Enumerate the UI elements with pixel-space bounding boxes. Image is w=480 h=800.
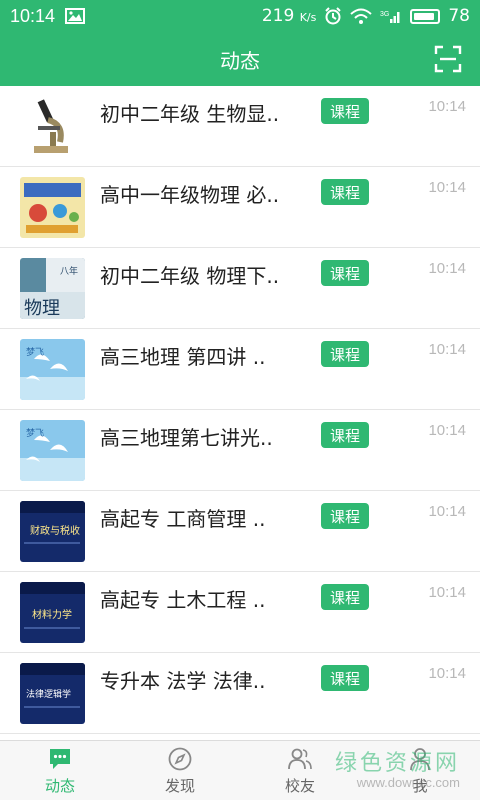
svg-text:物理: 物理 xyxy=(24,298,60,319)
tab-alumni[interactable]: 校友 xyxy=(240,741,360,800)
course-thumbnail: 财政与税收 xyxy=(20,500,85,562)
course-badge: 课程 xyxy=(321,584,369,610)
svg-text:梦飞: 梦飞 xyxy=(26,347,44,358)
lecture-slide-image: 法律逻辑学 xyxy=(20,662,85,724)
physics-poster-image xyxy=(20,176,85,238)
course-title: 高中一年级物理 必.. xyxy=(100,182,280,207)
microscope-image xyxy=(20,95,85,157)
feed-item[interactable]: 法律逻辑学 专升本 法学 法律.. 课程 10:14 xyxy=(0,653,480,734)
svg-text:八年: 八年 xyxy=(60,265,78,277)
course-thumbnail xyxy=(20,176,85,238)
svg-text:法律逻辑学: 法律逻辑学 xyxy=(26,688,71,700)
lecture-slide-image: 材料力学 xyxy=(20,581,85,643)
image-notification-icon xyxy=(65,8,86,24)
course-thumbnail: 梦飞 xyxy=(20,338,85,400)
tab-label: 校友 xyxy=(284,776,315,795)
course-badge: 课程 xyxy=(321,341,369,367)
feed-item[interactable]: 梦飞 高三地理第七讲光.. 课程 10:14 xyxy=(0,410,480,491)
people-icon xyxy=(288,748,312,769)
item-timestamp: 10:14 xyxy=(428,179,466,196)
person-icon xyxy=(410,747,430,770)
item-timestamp: 10:14 xyxy=(428,98,466,115)
tab-activity[interactable]: 动态 xyxy=(0,741,120,800)
alarm-icon xyxy=(325,7,342,25)
status-time: 10:14 xyxy=(10,5,56,26)
tab-label: 动态 xyxy=(44,776,75,795)
svg-text:3G: 3G xyxy=(380,11,389,18)
feed-item[interactable]: 财政与税收 高起专 工商管理 .. 课程 10:14 xyxy=(0,491,480,572)
feed-item[interactable]: 梦飞 高三地理 第四讲 .. 课程 10:14 xyxy=(0,329,480,410)
course-title: 高三地理 第四讲 .. xyxy=(100,344,266,369)
feed-item[interactable]: 高中一年级物理 必.. 课程 10:14 xyxy=(0,167,480,248)
course-badge: 课程 xyxy=(321,422,369,448)
feed-item[interactable]: 初中二年级 生物显.. 课程 10:14 xyxy=(0,86,480,167)
item-timestamp: 10:14 xyxy=(428,422,466,439)
tab-discover[interactable]: 发现 xyxy=(120,741,240,800)
course-title: 高起专 土木工程 .. xyxy=(100,587,266,612)
tab-me[interactable]: 我 xyxy=(360,741,480,800)
battery-level: 78 xyxy=(448,6,470,26)
item-timestamp: 10:14 xyxy=(428,503,466,520)
item-timestamp: 10:14 xyxy=(428,341,466,358)
svg-text:梦飞: 梦飞 xyxy=(26,428,44,439)
item-timestamp: 10:14 xyxy=(428,584,466,601)
course-thumbnail: 梦飞 xyxy=(20,419,85,481)
course-thumbnail: 法律逻辑学 xyxy=(20,662,85,724)
course-badge: 课程 xyxy=(321,503,369,529)
course-title: 专升本 法学 法律.. xyxy=(100,668,266,693)
battery-icon xyxy=(410,8,441,24)
feed-item[interactable]: 材料力学 高起专 土木工程 .. 课程 10:14 xyxy=(0,572,480,653)
page-title: 动态 xyxy=(220,48,260,73)
course-badge: 课程 xyxy=(321,665,369,691)
course-badge: 课程 xyxy=(321,98,369,124)
course-badge: 课程 xyxy=(321,179,369,205)
physics-book-image: 物理 八年 xyxy=(20,257,85,319)
doves-sky-image: 梦飞 xyxy=(20,338,85,400)
course-title: 初中二年级 物理下.. xyxy=(100,263,280,288)
tab-label: 发现 xyxy=(164,776,195,795)
activity-feed: 初中二年级 生物显.. 课程 10:14 高中一年级物理 必.. 课程 10:1… xyxy=(0,86,480,740)
network-speed: 219 K/s xyxy=(261,6,317,26)
course-title: 初中二年级 生物显.. xyxy=(100,101,280,126)
tab-label: 我 xyxy=(412,776,428,795)
scan-icon[interactable] xyxy=(434,45,462,73)
lecture-slide-image: 财政与税收 xyxy=(20,500,85,562)
course-thumbnail: 材料力学 xyxy=(20,581,85,643)
course-title: 高三地理第七讲光.. xyxy=(100,425,273,450)
course-title: 高起专 工商管理 .. xyxy=(100,506,266,531)
signal-icon: 3G xyxy=(380,11,400,23)
svg-text:材料力学: 材料力学 xyxy=(32,608,72,621)
course-badge: 课程 xyxy=(321,260,369,286)
wifi-icon xyxy=(350,8,373,24)
course-thumbnail xyxy=(20,95,85,157)
bottom-tab-bar: 动态 发现 校友 我 xyxy=(0,740,480,800)
feed-item[interactable]: 物理 八年 初中二年级 物理下.. 课程 10:14 xyxy=(0,248,480,329)
item-timestamp: 10:14 xyxy=(428,665,466,682)
compass-icon xyxy=(168,747,192,770)
doves-sky-image: 梦飞 xyxy=(20,419,85,481)
app-bar: 动态 xyxy=(0,32,480,86)
chat-bubble-icon xyxy=(50,748,70,769)
status-bar: 10:14 219 K/s 3G 78 xyxy=(0,0,480,32)
svg-text:财政与税收: 财政与税收 xyxy=(30,524,80,537)
course-thumbnail: 物理 八年 xyxy=(20,257,85,319)
item-timestamp: 10:14 xyxy=(428,260,466,277)
